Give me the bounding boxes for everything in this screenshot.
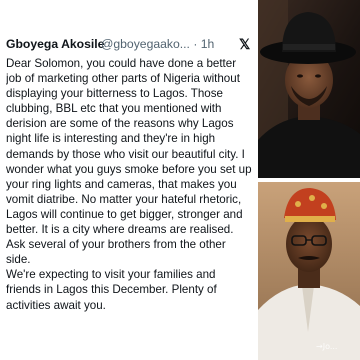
- photo-man-black-hat-illustration: [258, 0, 360, 178]
- tweet-line: wonder what you guys smoke before you se…: [6, 162, 252, 176]
- tweet-line: Ask several of your brothers from the ot…: [6, 238, 226, 252]
- tweet-line: vomit diatribe. No matter your hateful r…: [6, 192, 242, 206]
- tweet-line: Dear Solomon, you could have done a bett…: [6, 57, 237, 70]
- tweet-line: your ring lights and cameras, that makes…: [6, 177, 237, 191]
- tweet-line: friends in Lagos this December. Plenty o…: [6, 283, 217, 297]
- photo-man-black-hat: [258, 0, 360, 178]
- author-handle[interactable]: @gboyegaako... · 1h: [101, 37, 214, 51]
- tweet-line: We're expecting to visit your families a…: [6, 268, 216, 282]
- tweet-card: Gboyega Akosile @gboyegaako... · 1h 𝕏 De…: [0, 0, 258, 360]
- watermark-text: →Jo...: [316, 342, 338, 351]
- tweet-line: better. It is a city where dreams are re…: [6, 223, 234, 237]
- tweet-line: Lagos will continue to get bigger, stron…: [6, 207, 243, 221]
- tweet-line: night life is interesting and they're in…: [6, 132, 216, 146]
- tweet-line: side.: [6, 253, 31, 267]
- tweet-line: activities await you.: [6, 298, 106, 312]
- tweet-text: Dear Solomon, you could have done a bett…: [6, 56, 258, 313]
- author-name[interactable]: Gboyega Akosile: [6, 37, 104, 51]
- photo-man-embroidered-cap: →Jo...: [258, 182, 360, 360]
- x-logo-icon: 𝕏: [239, 36, 251, 52]
- tweet-line: clubbing, BBL etc that you mentioned wit…: [6, 102, 222, 116]
- tweet-line: job of marketing other parts of Nigeria …: [6, 72, 240, 86]
- photo-man-embroidered-cap-illustration: [258, 182, 360, 360]
- tweet-line: displaying your bitterness to Lagos. Tho…: [6, 87, 223, 101]
- tweet-line: derision are some of the reasons why Lag…: [6, 117, 234, 131]
- tweet-line: demands by those who visit our beautiful…: [6, 147, 245, 161]
- tweet-header: Gboyega Akosile @gboyegaako... · 1h 𝕏: [6, 37, 254, 53]
